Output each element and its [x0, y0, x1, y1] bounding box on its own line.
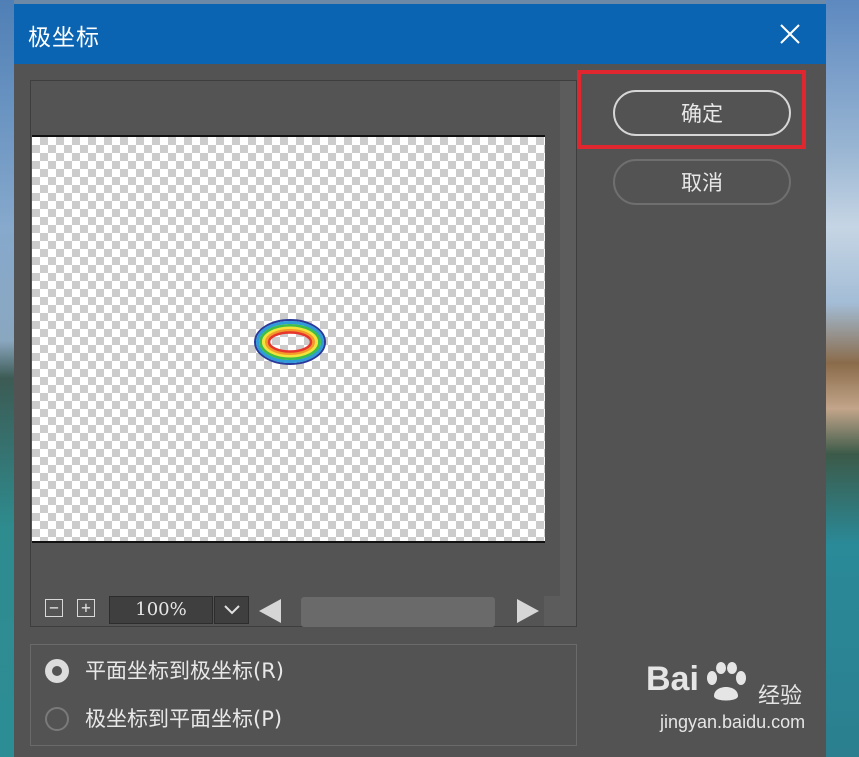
preview-vertical-scrollbar[interactable]: [560, 81, 576, 596]
watermark-brand-jingyan: 经验: [758, 684, 803, 709]
preview-canvas[interactable]: [32, 135, 545, 543]
preview-panel: − + 100%: [30, 80, 577, 627]
radio-unchecked[interactable]: [45, 707, 69, 731]
radio-checked[interactable]: [45, 659, 69, 683]
zoom-out-button[interactable]: −: [45, 599, 63, 617]
zoom-dropdown-button[interactable]: [214, 596, 249, 624]
zoom-in-button[interactable]: +: [77, 599, 95, 617]
close-icon: [780, 24, 800, 44]
dialog-titlebar: 极坐标: [14, 4, 826, 64]
scroll-left-arrow-icon[interactable]: [257, 599, 283, 623]
background-photo-left: [0, 0, 14, 757]
scroll-right-arrow-icon[interactable]: [515, 599, 541, 623]
highlight-annotation: [577, 70, 806, 149]
screen: 极坐标 − + 100% 确定 取消 平面坐标到极坐标(R) 极坐标到平面坐标(…: [0, 0, 859, 757]
conversion-options-group: 平面坐标到极坐标(R) 极坐标到平面坐标(P): [30, 644, 577, 746]
close-button[interactable]: [776, 20, 804, 48]
polar-coordinates-dialog: 极坐标 − + 100% 确定 取消 平面坐标到极坐标(R) 极坐标到平面坐标(…: [14, 4, 826, 757]
rainbow-ellipse-preview: [254, 319, 326, 365]
baidu-jingyan-watermark: Bai 经验 jingyan.baidu.com: [646, 660, 824, 740]
scrollbar-corner: [544, 596, 576, 626]
watermark-brand-bai: Bai: [646, 660, 699, 698]
option-label: 极坐标到平面坐标(P): [85, 707, 283, 731]
dialog-title: 极坐标: [28, 25, 100, 51]
zoom-level-field[interactable]: 100%: [109, 596, 213, 624]
paw-logo-icon: [707, 662, 746, 701]
cancel-button[interactable]: 取消: [613, 159, 791, 205]
background-photo-right: [826, 0, 859, 757]
watermark-url: jingyan.baidu.com: [660, 712, 806, 732]
chevron-down-icon: [224, 605, 240, 615]
option-label: 平面坐标到极坐标(R): [85, 659, 284, 683]
horizontal-scrollbar-thumb[interactable]: [301, 597, 495, 627]
